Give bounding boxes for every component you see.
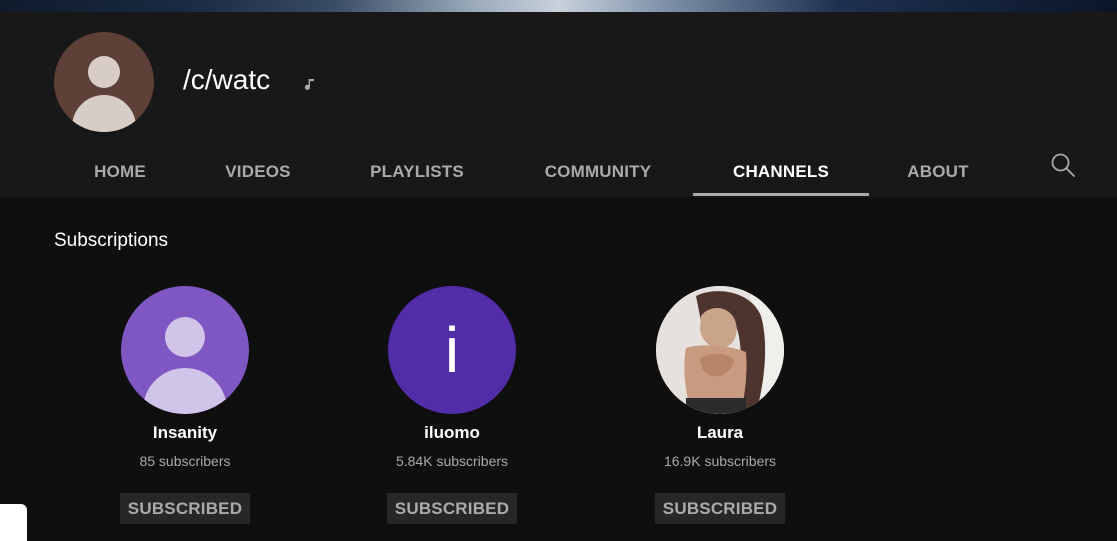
corner-widget[interactable]	[0, 504, 27, 541]
active-tab-indicator	[693, 193, 869, 196]
channel-card: Laura 16.9K subscribers SUBSCRIBED	[620, 286, 820, 526]
channel-avatar[interactable]	[54, 32, 154, 132]
channel-card-subscriber-count: 85 subscribers	[139, 453, 231, 469]
channel-card-subscriber-count: 16.9K subscribers	[663, 453, 777, 469]
avatar-head-shape	[88, 56, 120, 88]
subscribed-button[interactable]: SUBSCRIBED	[655, 493, 785, 524]
avatar-body-shape	[72, 95, 136, 132]
channel-card-name[interactable]: Insanity	[85, 423, 285, 443]
channel-card-avatar[interactable]	[656, 286, 784, 414]
channel-banner	[0, 0, 1117, 12]
tab-channels[interactable]: CHANNELS	[693, 147, 869, 197]
channel-card: i iluomo 5.84K subscribers SUBSCRIBED	[352, 286, 552, 526]
tab-home[interactable]: HOME	[70, 147, 170, 197]
avatar-letter: i	[444, 314, 460, 386]
channel-title: /c/watc	[183, 64, 271, 95]
music-note-icon	[304, 79, 314, 90]
channel-card: Insanity 85 subscribers SUBSCRIBED	[85, 286, 285, 526]
channel-card-avatar[interactable]: i	[388, 286, 516, 414]
tab-about[interactable]: ABOUT	[888, 147, 988, 197]
channel-card-name[interactable]: Laura	[620, 423, 820, 443]
channel-header: /c/watc HOME VIDEOS PLAYLISTS COMMUNITY …	[0, 12, 1117, 197]
tab-videos[interactable]: VIDEOS	[208, 147, 308, 197]
avatar-photo-image	[656, 286, 784, 414]
avatar-head-shape	[165, 317, 205, 357]
channel-tabs: HOME VIDEOS PLAYLISTS COMMUNITY CHANNELS…	[0, 147, 1117, 197]
search-icon[interactable]	[1050, 152, 1076, 178]
section-title: Subscriptions	[54, 230, 169, 251]
channel-card-name[interactable]: iluomo	[352, 423, 552, 443]
channel-card-subscriber-count: 5.84K subscribers	[395, 453, 509, 469]
tab-community[interactable]: COMMUNITY	[527, 147, 669, 197]
avatar-body-shape	[143, 368, 227, 414]
channel-card-avatar[interactable]	[121, 286, 249, 414]
tab-playlists[interactable]: PLAYLISTS	[352, 147, 482, 197]
subscribed-button[interactable]: SUBSCRIBED	[120, 493, 250, 524]
subscribed-button[interactable]: SUBSCRIBED	[387, 493, 517, 524]
